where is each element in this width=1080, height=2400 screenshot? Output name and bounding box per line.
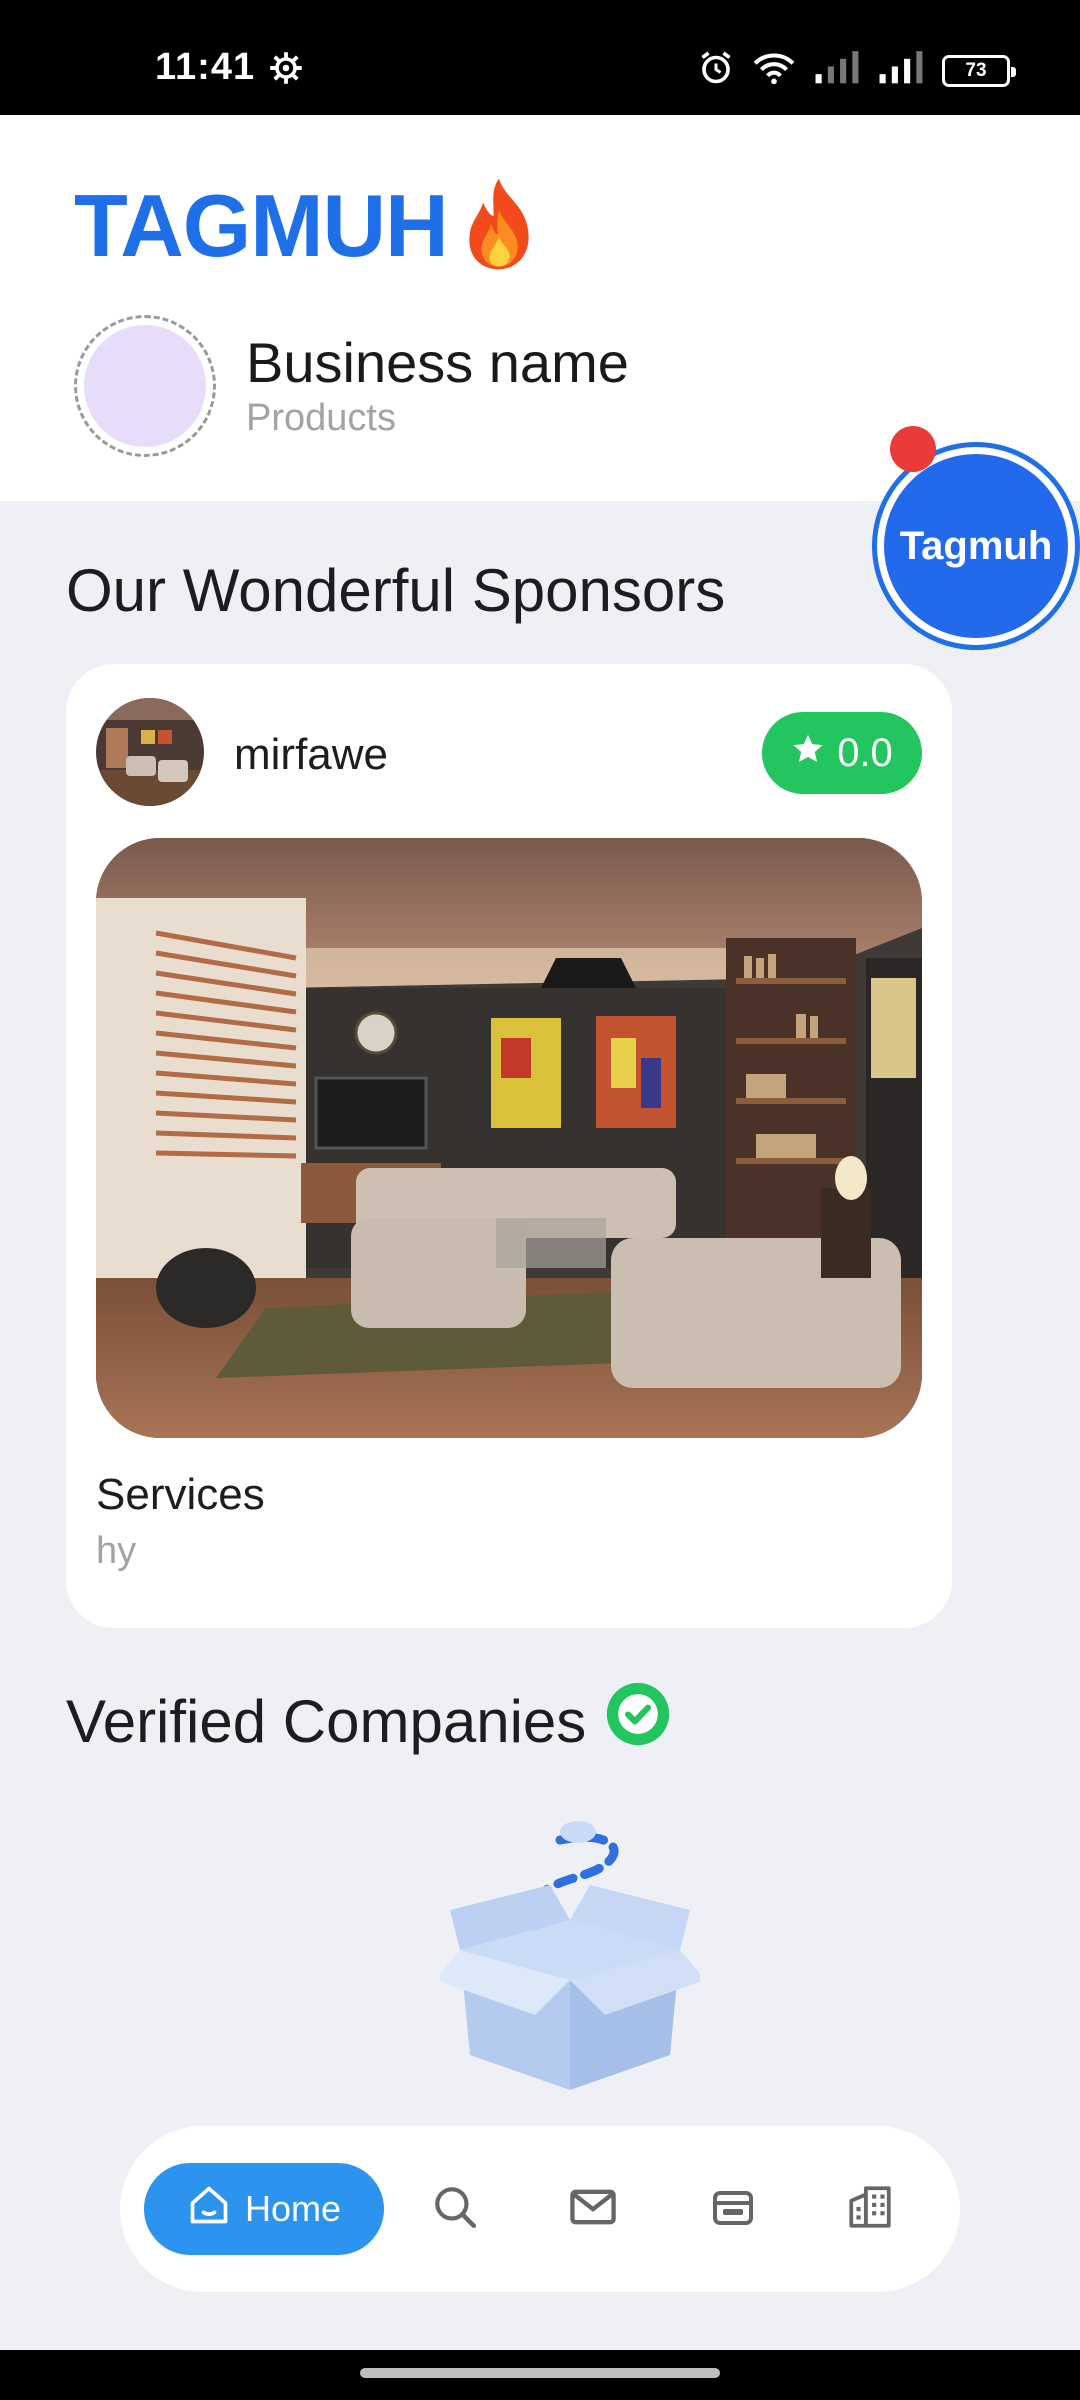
search-icon [430, 2182, 480, 2237]
sponsor-name: mirfawe [234, 730, 389, 779]
home-gesture-bar[interactable] [360, 2368, 720, 2378]
verified-title: Verified Companies [66, 1687, 587, 1755]
status-time: 11:41 [155, 46, 256, 88]
nav-home-button[interactable]: Home [144, 2163, 384, 2255]
rating-value: 0.0 [837, 730, 893, 775]
verified-section-header: Verified Companies [66, 1680, 672, 1762]
sponsor-card[interactable]: mirfawe 0.0 Services hy [66, 664, 952, 1628]
bottom-nav: Home [120, 2126, 960, 2292]
sponsor-description: hy [96, 1530, 137, 1572]
signal-icon [878, 51, 924, 90]
star-icon [791, 731, 825, 776]
brand-title: TAGMUH [74, 176, 449, 275]
fab-label: Tagmuh [884, 454, 1068, 638]
avatar[interactable] [74, 315, 216, 457]
settings-gear-icon [268, 50, 304, 91]
notification-badge [890, 426, 936, 472]
wifi-icon [752, 50, 796, 91]
status-bar: 11:41 73 [0, 0, 1080, 115]
business-name: Business name [246, 330, 629, 394]
nav-search-button[interactable] [425, 2179, 485, 2239]
brand: TAGMUH [74, 175, 540, 277]
battery-level: 73 [965, 59, 987, 81]
rating-badge: 0.0 [762, 712, 922, 794]
mail-icon [567, 2181, 619, 2238]
nav-companies-button[interactable] [840, 2179, 900, 2239]
business-subtitle: Products [246, 397, 396, 440]
fire-icon [458, 176, 540, 277]
sponsor-image[interactable] [96, 838, 922, 1438]
sponsor-avatar[interactable] [96, 698, 204, 806]
nav-ticket-button[interactable] [703, 2179, 763, 2239]
tagmuh-floating-button[interactable]: Tagmuh [872, 442, 1080, 650]
home-icon [187, 2183, 231, 2236]
buildings-icon [845, 2182, 895, 2237]
avatar-placeholder [84, 325, 206, 447]
empty-box-icon [435, 1810, 705, 2105]
sponsors-title: Our Wonderful Sponsors [66, 557, 726, 624]
nav-home-label: Home [244, 2188, 342, 2229]
nav-mail-button[interactable] [563, 2179, 623, 2239]
verified-check-icon [604, 1680, 672, 1762]
business-profile[interactable]: Business name Products [74, 315, 629, 457]
ticket-icon [709, 2183, 757, 2236]
sponsor-category: Services [96, 1470, 265, 1519]
alarm-icon [698, 50, 734, 91]
battery-icon: 73 [942, 54, 1016, 87]
signal-icon [814, 51, 860, 90]
